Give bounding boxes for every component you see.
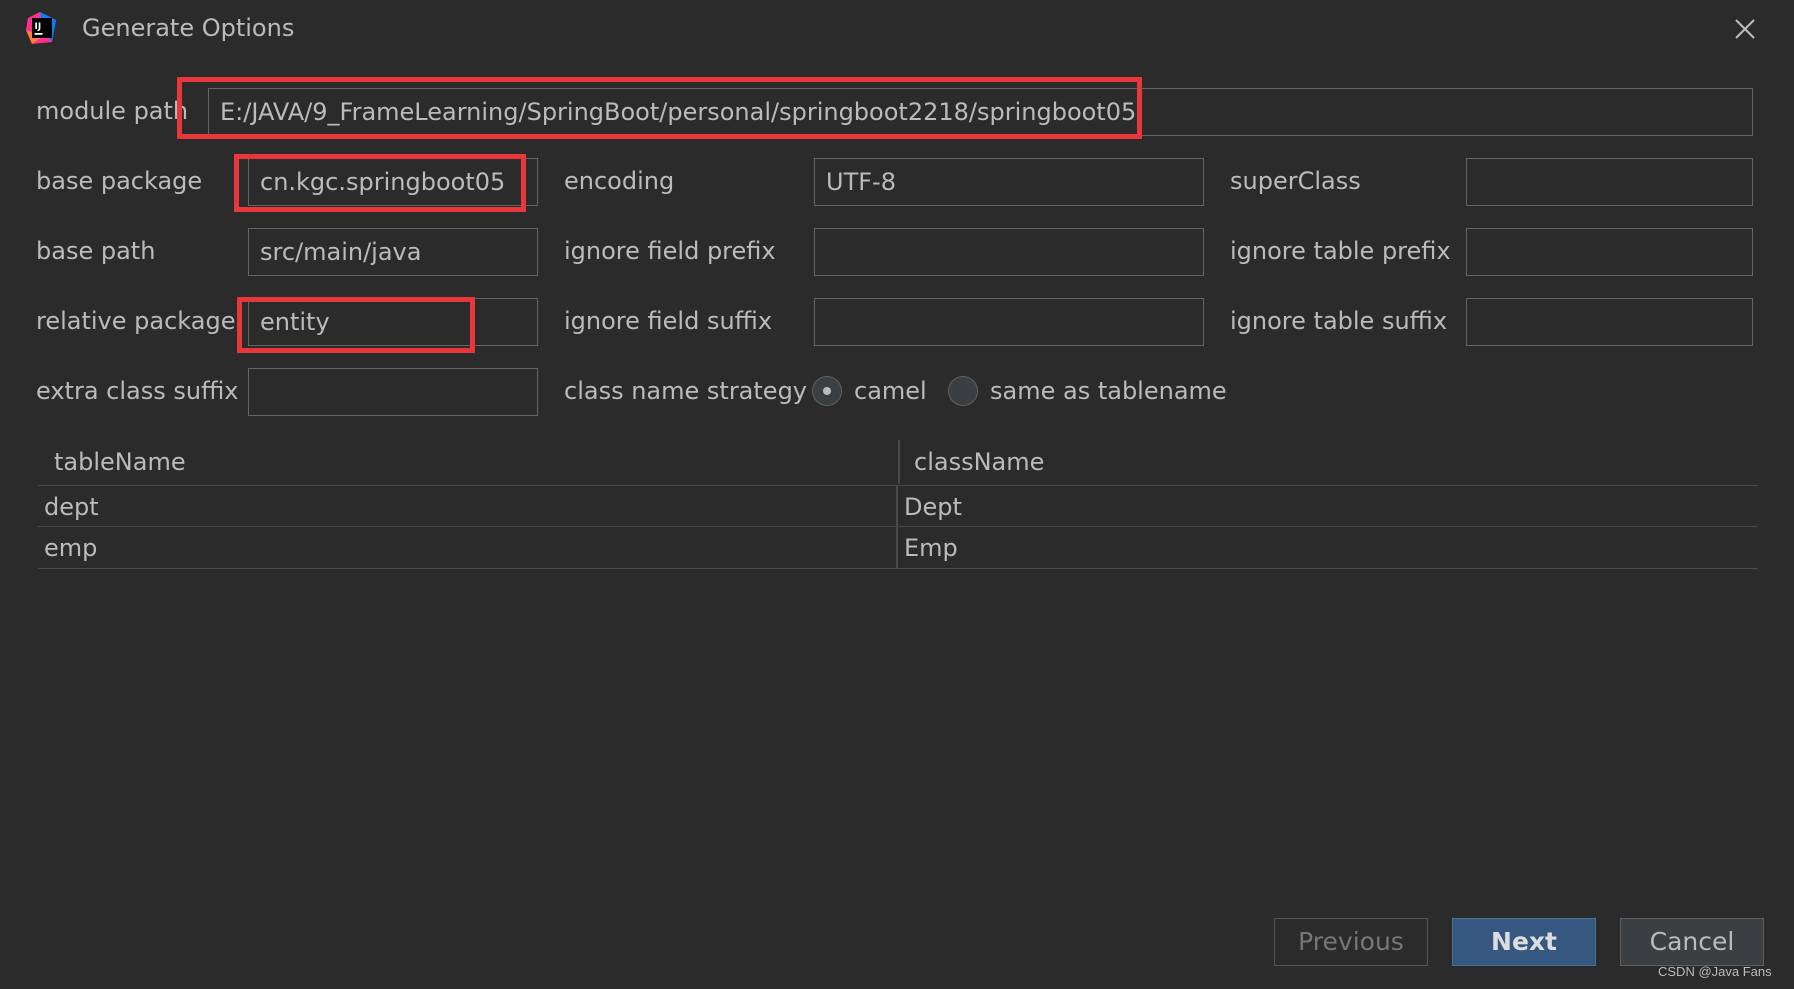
svg-text:IJ: IJ [35,22,42,32]
ignore-field-prefix-label: ignore field prefix [564,237,776,265]
ignore-table-suffix-input[interactable] [1466,298,1753,346]
table-cell-tablename: dept [44,493,99,521]
same-as-tablename-radio-label[interactable]: same as tablename [990,376,1227,406]
table-row[interactable]: emp Emp [38,527,1758,569]
ignore-field-suffix-input[interactable] [814,298,1204,346]
relative-package-label: relative package [36,307,236,335]
header-divider [898,440,900,484]
module-path-label: module path [36,97,189,125]
table-row[interactable]: dept Dept [38,485,1758,528]
base-path-label: base path [36,237,156,265]
ignore-field-prefix-input[interactable] [814,228,1204,276]
intellij-idea-icon: IJ [26,12,56,44]
column-divider [896,527,898,569]
superclass-label: superClass [1230,167,1361,195]
encoding-label: encoding [564,167,675,195]
base-package-input[interactable] [248,158,538,206]
ignore-field-suffix-label: ignore field suffix [564,307,773,335]
extra-class-suffix-input[interactable] [248,368,538,416]
base-package-label: base package [36,167,203,195]
superclass-input[interactable] [1466,158,1753,206]
close-icon[interactable] [1728,12,1762,46]
camel-radio[interactable] [812,376,842,406]
same-as-tablename-radio[interactable] [948,376,978,406]
base-path-input[interactable] [248,228,538,276]
column-divider [896,486,898,528]
radio-selected-dot [823,387,831,395]
ignore-table-suffix-label: ignore table suffix [1230,307,1448,335]
relative-package-input[interactable] [248,298,538,346]
table-cell-classname: Emp [904,534,958,562]
module-path-input[interactable] [208,88,1753,136]
table-cell-classname: Dept [904,493,962,521]
extra-class-suffix-label: extra class suffix [36,377,239,405]
table-cell-tablename: emp [44,534,98,562]
title-bar: IJ Generate Options [0,0,1794,58]
encoding-input[interactable] [814,158,1204,206]
column-header-tablename[interactable]: tableName [54,440,186,484]
cancel-button[interactable]: Cancel [1620,918,1764,966]
window-title: Generate Options [82,14,295,42]
watermark: CSDN @Java Fans [1658,964,1772,979]
generate-options-dialog: IJ Generate Options module path base pac… [0,0,1794,989]
column-header-classname[interactable]: className [914,440,1044,484]
ignore-table-prefix-label: ignore table prefix [1230,237,1451,265]
camel-radio-label[interactable]: camel [854,376,927,406]
previous-button[interactable]: Previous [1274,918,1428,966]
ignore-table-prefix-input[interactable] [1466,228,1753,276]
next-button[interactable]: Next [1452,918,1596,966]
class-name-strategy-label: class name strategy [564,377,807,405]
